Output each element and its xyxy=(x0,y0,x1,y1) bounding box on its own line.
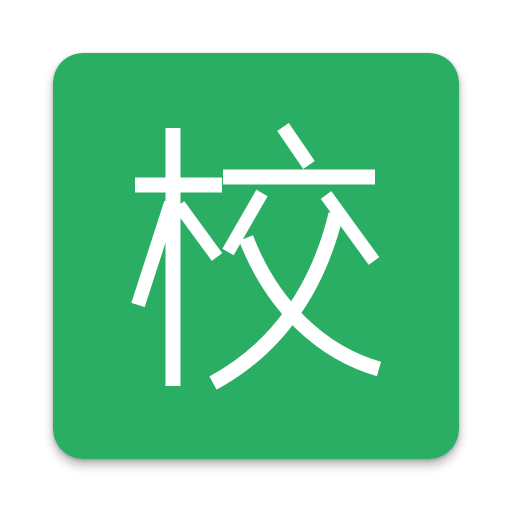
app-icon-graphic: 校 xyxy=(53,53,459,459)
app-icon[interactable]: 校 xyxy=(53,53,459,459)
